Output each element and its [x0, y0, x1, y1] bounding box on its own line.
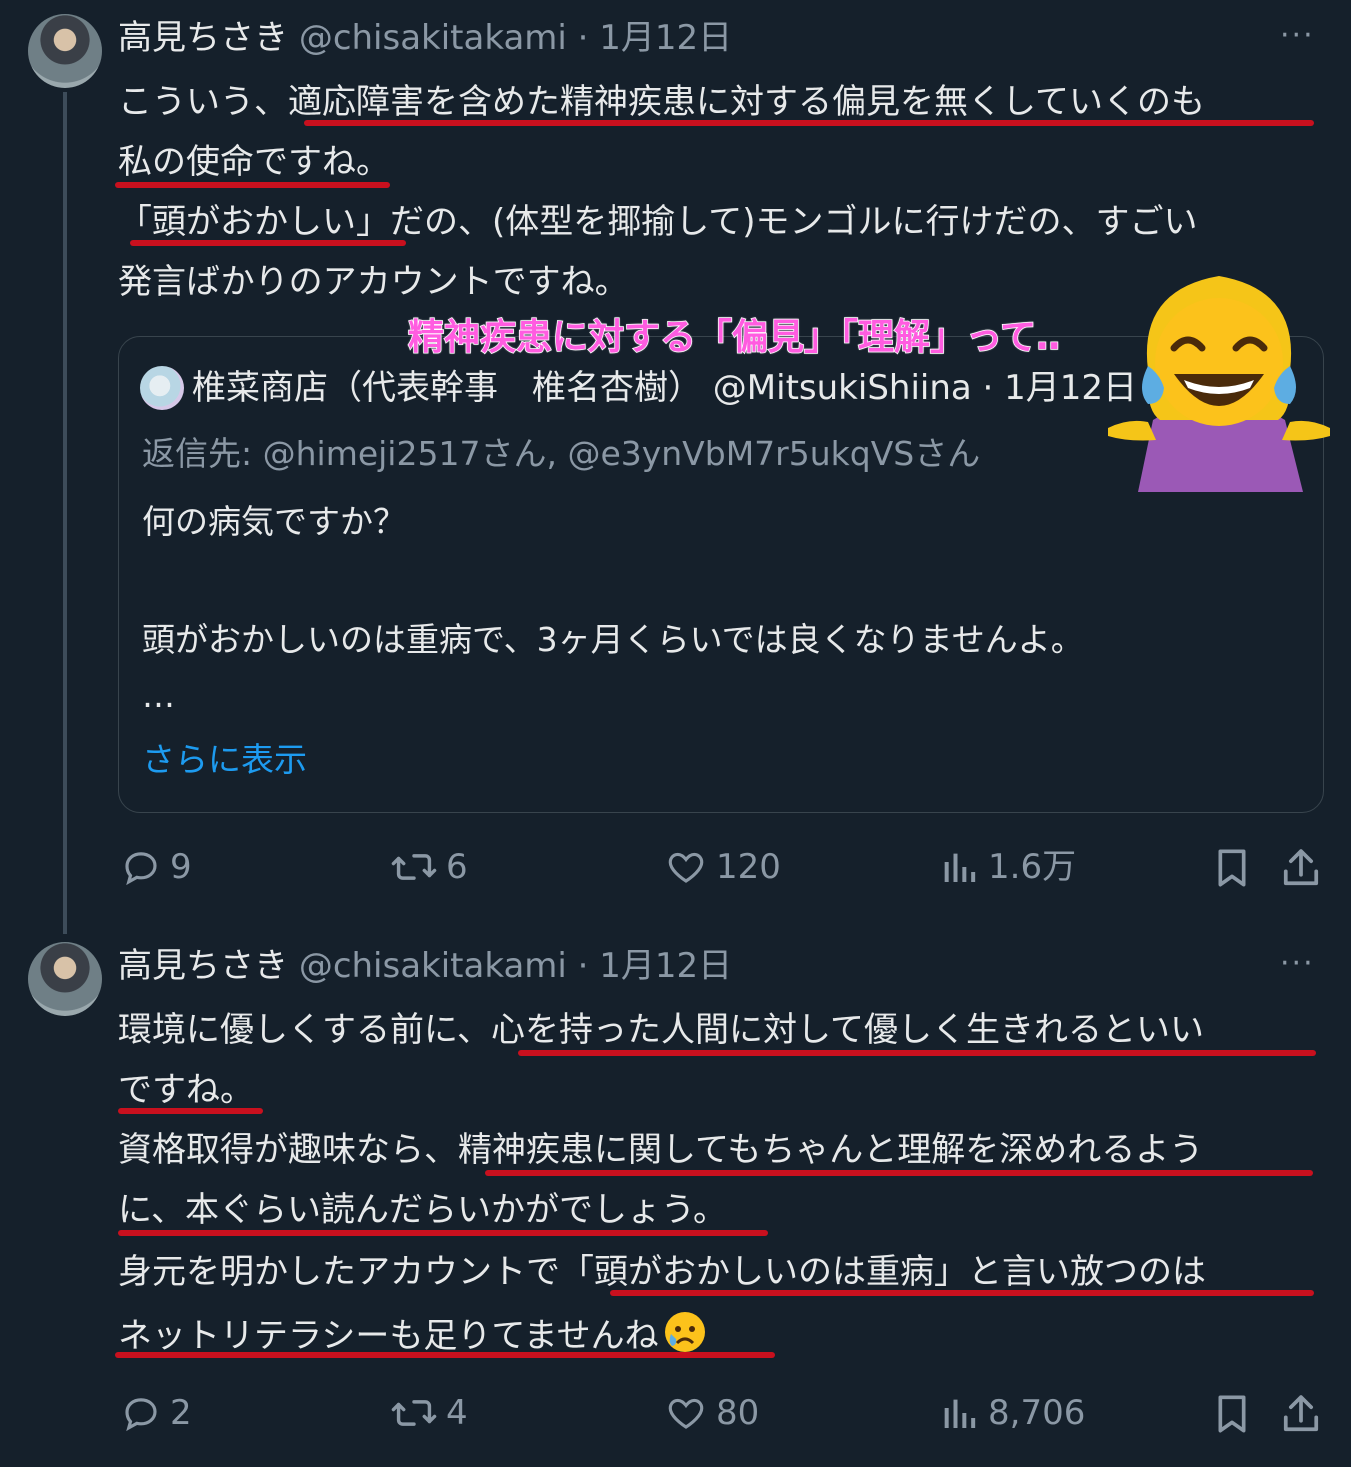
- reply-icon: [120, 846, 162, 888]
- more-options-icon[interactable]: ···: [1280, 21, 1315, 51]
- view-count: 1.6万: [988, 847, 1077, 887]
- reply-icon: [120, 1392, 162, 1434]
- thread-connector: [63, 92, 67, 934]
- reply-button[interactable]: 9: [120, 846, 192, 888]
- tweet-header: 高見ちさき @chisakitakami · 1月12日: [118, 18, 732, 58]
- display-name[interactable]: 高見ちさき: [118, 946, 288, 986]
- retweet-count: 6: [446, 847, 468, 887]
- retweet-count: 4: [446, 1393, 468, 1433]
- retweet-icon: [390, 846, 438, 888]
- red-underline-annotation: [518, 1050, 1316, 1056]
- red-underline-annotation: [115, 182, 390, 188]
- quoted-text-line: 頭がおかしいのは重病で、3ヶ月くらいでは良くなりませんよ。: [142, 620, 1084, 659]
- red-underline-annotation: [115, 1352, 775, 1358]
- retweet-icon: [390, 1392, 438, 1434]
- avatar[interactable]: [28, 14, 102, 88]
- handle-and-date[interactable]: @chisakitakami · 1月12日: [299, 946, 732, 986]
- tweet-text-line: こういう、適応障害を含めた精神疾患に対する偏見を無くしていくのも: [118, 82, 1205, 122]
- tweet-text-line: 「頭がおかしい」だの、(体型を揶揄して)モンゴルに行けだの、すごい: [118, 202, 1198, 242]
- bookmark-button[interactable]: [1212, 1392, 1252, 1436]
- views-button[interactable]: 8,706: [940, 1392, 1085, 1434]
- tweet-text-line: 身元を明かしたアカウントで「頭がおかしいのは重病」と言い放つのは: [118, 1252, 1206, 1292]
- more-options-icon[interactable]: ···: [1280, 949, 1315, 979]
- heart-icon: [664, 1392, 708, 1434]
- show-more-link[interactable]: さらに表示: [142, 738, 307, 782]
- share-icon: [1280, 1392, 1322, 1436]
- red-underline-annotation: [304, 120, 1314, 126]
- display-name[interactable]: 高見ちさき: [118, 18, 288, 58]
- quoted-avatar[interactable]: [140, 366, 184, 410]
- tweet-header: 高見ちさき @chisakitakami · 1月12日: [118, 946, 732, 986]
- avatar[interactable]: [28, 942, 102, 1016]
- tweet-text-line: 資格取得が趣味なら、精神疾患に関してもちゃんと理解を深めれるよう: [118, 1130, 1204, 1170]
- reply-button[interactable]: 2: [120, 1392, 192, 1434]
- view-count: 8,706: [988, 1393, 1086, 1433]
- retweet-button[interactable]: 6: [390, 846, 468, 888]
- tweet-text-line: 私の使命ですね。: [118, 142, 390, 182]
- overlay-caption: 精神疾患に対する「偏見」「理解」って‥: [407, 316, 1061, 359]
- reply-count: 9: [170, 847, 192, 887]
- red-underline-annotation: [485, 1170, 1313, 1176]
- tweet-text-line: 環境に優しくする前に、心を持った人間に対して優しく生きれるといい: [118, 1010, 1204, 1050]
- heart-icon: [664, 846, 708, 888]
- bookmark-button[interactable]: [1212, 846, 1252, 890]
- retweet-button[interactable]: 4: [390, 1392, 468, 1434]
- share-button[interactable]: [1280, 846, 1322, 890]
- quoted-text-ellipsis: …: [142, 676, 175, 715]
- woman-shrugging-tears-of-joy-emoji: [1108, 270, 1330, 492]
- bookmark-icon: [1212, 846, 1252, 890]
- tweet-text-line: ですね。: [118, 1070, 254, 1110]
- red-underline-annotation: [130, 240, 406, 246]
- share-button[interactable]: [1280, 1392, 1322, 1436]
- like-count: 80: [716, 1393, 760, 1433]
- views-button[interactable]: 1.6万: [940, 846, 1076, 888]
- red-underline-annotation: [118, 1230, 768, 1236]
- like-button[interactable]: 120: [664, 846, 781, 888]
- share-icon: [1280, 846, 1322, 890]
- analytics-bars-icon: [940, 1392, 980, 1434]
- quoted-tweet-header[interactable]: 椎菜商店（代表幹事 椎名杏樹） @MitsukiShiina · 1月12日: [192, 366, 1142, 410]
- bookmark-icon: [1212, 1392, 1252, 1436]
- handle-and-date[interactable]: @chisakitakami · 1月12日: [299, 18, 732, 58]
- quoted-text-line: 何の病気ですか？: [142, 502, 406, 541]
- red-underline-annotation: [118, 1108, 263, 1114]
- reply-to-label[interactable]: 返信先: @himeji2517さん, @e3ynVbM7r5ukqVSさん: [142, 432, 980, 476]
- analytics-bars-icon: [940, 846, 980, 888]
- tweet-text-line: 発言ばかりのアカウントですね。: [118, 262, 629, 302]
- red-underline-annotation: [610, 1290, 1314, 1296]
- tweet-text-fragment: ネットリテラシーも足りてませんね: [118, 1316, 659, 1356]
- like-count: 120: [716, 847, 781, 887]
- tweet-text-line: に、本ぐらい読んだらいかがでしょう。: [118, 1190, 727, 1230]
- reply-count: 2: [170, 1393, 192, 1433]
- like-button[interactable]: 80: [664, 1392, 759, 1434]
